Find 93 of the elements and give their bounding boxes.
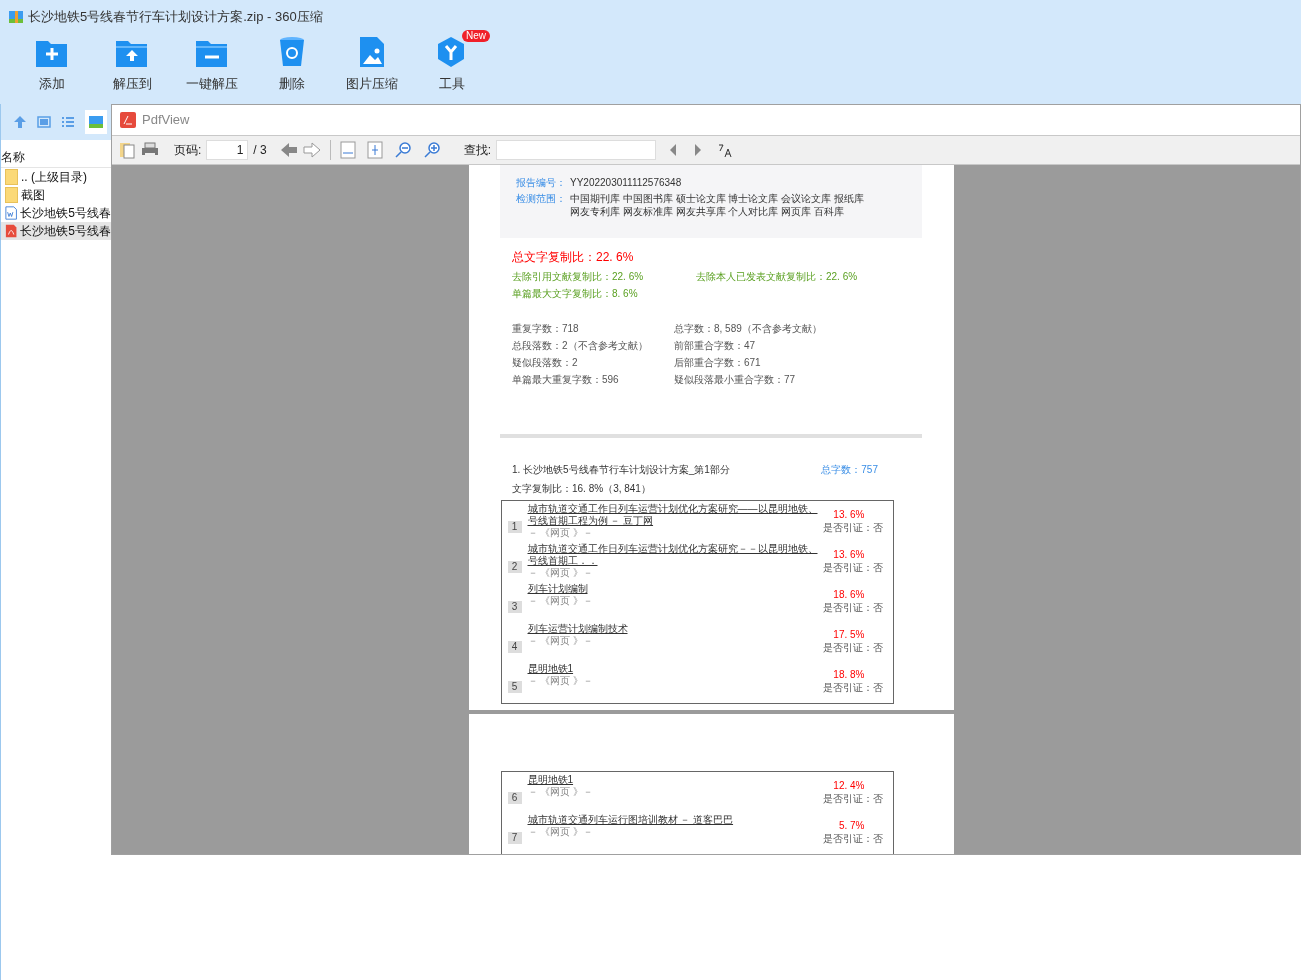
folder-icon [5,187,18,203]
panel-view-icon[interactable] [37,116,51,128]
pdf-app-icon [120,112,136,128]
find-label: 查找: [463,142,492,159]
toolbar-button[interactable]: 图片压缩 [332,33,412,97]
image-file-icon [359,35,385,68]
statistic: 重复字数：718 [512,322,580,335]
archive-icon [8,8,24,25]
page-total: / 3 [253,142,267,159]
file-list-item[interactable]: 长沙地铁5号线春 [1,222,111,240]
toolbar-button[interactable]: 添加 [12,33,92,97]
citation-status: 是否引证：否 [822,601,883,614]
info-value: YY202203011112576348 [570,177,682,189]
statistic: 前部重合字数：47 [674,339,757,352]
find-field[interactable] [496,140,657,160]
toolbar-button[interactable]: 工具 New [412,33,492,97]
citation-status: 是否引证：否 [822,792,883,805]
total-copy-ratio: 总文字复制比：22. 6% [512,249,635,266]
citation-status: 是否引证：否 [822,681,883,694]
source-type: － 《网页 》－ [527,786,595,798]
toolbar-button[interactable]: 一键解压 [172,33,252,97]
citation-status: 是否引证：否 [822,641,883,654]
fit-width-icon[interactable] [339,141,356,159]
back-arrow-icon[interactable] [279,142,298,158]
page-number-field[interactable]: 1 [206,140,249,160]
forward-arrow-icon[interactable] [302,142,321,158]
zoom-out-icon[interactable] [393,141,412,159]
citation-status: 是否引证：否 [822,832,883,845]
statistic: 后部重合字数：671 [674,356,762,369]
info-label: 检测范围： [516,193,567,206]
info-value: 网友专利库 网友标准库 网友共享库 个人对比库 网页库 百科库 [570,206,845,218]
source-type: － 《网页 》－ [527,595,595,607]
info-value: 中国期刊库 中国图书库 硕士论文库 博士论文库 会议论文库 报纸库 [570,193,864,205]
section-word-count: 总字数：757 [821,463,878,477]
source-title-link[interactable]: 城市轨道交通工作日列车运营计划优化方案研究——以昆明地铁、号线首期工程为例 － 豆丁网 [527,503,818,527]
citation-status: 是否引证：否 [822,521,883,534]
source-title-link[interactable]: 昆明地铁1 [527,663,818,675]
source-type: － 《网页 》－ [527,675,595,687]
similarity-percent: 5. 7% [838,820,866,832]
statistic: 总段落数：2（不含参考文献） [512,339,649,352]
fit-page-icon[interactable] [366,141,383,159]
source-title-link[interactable]: 昆明地铁1 [527,774,818,786]
source-number: 1 [507,520,522,533]
similarity-percent: 17. 5% [833,629,866,641]
file-list-item[interactable]: 长沙地铁5号线春 [1,204,111,222]
source-type: － 《网页 》－ [527,826,595,838]
section-title: 1. 长沙地铁5号线春节行车计划设计方案_第1部分 [512,463,730,477]
statistic: 疑似段落数：2 [512,356,579,369]
statistic: 单篇最大重复字数：596 [512,373,620,386]
window-title: 长沙地铁5号线春节行车计划设计方案.zip - 360压缩 [28,7,323,26]
similarity-percent: 18. 8% [833,669,866,681]
folder-icon [5,169,18,185]
statistic: 疑似段落最小重合字数：77 [674,373,797,386]
source-number: 7 [507,831,522,844]
file-list-item[interactable]: 截图 [1,186,111,204]
open-document-icon[interactable] [118,141,136,159]
source-number: 5 [507,680,522,693]
source-number: 6 [507,791,522,804]
zoom-in-icon[interactable] [422,141,441,159]
text-case-icon[interactable] [717,142,734,158]
viewer-title: PdfView [142,111,190,130]
similarity-percent: 13. 6% [833,549,866,561]
source-number: 3 [507,600,522,613]
source-title-link[interactable]: 城市轨道交通工作日列车运营计划优化方案研究－－以昆明地铁、号线首期工．． [527,543,818,567]
new-badge: New [462,30,490,42]
source-number: 4 [507,640,522,653]
similarity-percent: 12. 4% [833,780,866,792]
word-file-icon [5,205,18,221]
source-type: － 《网页 》－ [527,567,595,579]
copy-ratio: 去除引用文献复制比：22. 6% [512,270,645,283]
up-arrow-icon[interactable] [13,115,27,129]
similarity-percent: 18. 6% [833,589,866,601]
source-title-link[interactable]: 城市轨道交通列车运行图培训教材 － 道客巴巴 [527,814,818,826]
toolbar-button[interactable]: 解压到 [92,33,172,97]
page-label: 页码: [174,142,202,159]
citation-status: 是否引证：否 [822,561,883,574]
source-type: － 《网页 》－ [527,527,595,539]
toolbar-button[interactable]: 删除 [252,33,332,97]
archive-path-icon[interactable] [85,110,107,134]
copy-ratio: 单篇最大文字复制比：8. 6% [512,287,639,300]
source-type: － 《网页 》－ [527,635,595,647]
copy-ratio: 去除本人已发表文献复制比：22. 6% [696,270,859,283]
source-title-link[interactable]: 列车计划编制 [527,583,818,595]
recycle-bin-icon [279,35,305,68]
file-list-item[interactable]: .. (上级目录) [1,168,111,186]
similarity-percent: 13. 6% [833,509,866,521]
pdf-file-icon [5,223,18,239]
source-title-link[interactable]: 列车运营计划编制技术 [527,623,818,635]
section-copy-ratio: 文字复制比：16. 8%（3, 841） [511,482,652,496]
source-number: 2 [507,560,522,573]
list-view-icon[interactable] [61,116,75,128]
statistic: 总字数：8, 589（不含参考文献） [674,322,823,335]
info-label: 报告编号： [516,177,567,189]
